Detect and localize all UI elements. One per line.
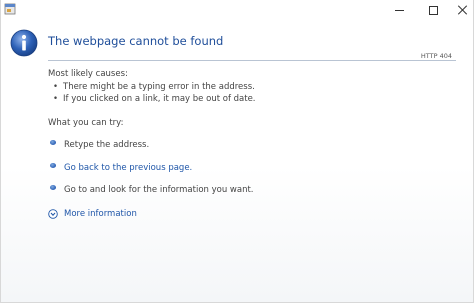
bullet-icon xyxy=(50,163,56,168)
maximize-button[interactable] xyxy=(418,0,448,20)
retype-address-text: Retype the address. xyxy=(64,140,150,150)
close-icon xyxy=(458,5,468,15)
causes-heading: Most likely causes: xyxy=(48,69,128,79)
cause-item: If you clicked on a link, it may be out … xyxy=(53,94,255,104)
page-title: The webpage cannot be found xyxy=(48,34,224,48)
title-divider xyxy=(48,60,456,61)
more-information-link[interactable]: More information xyxy=(64,209,137,219)
bullet-icon xyxy=(50,185,56,190)
go-back-link[interactable]: Go back to the previous page. xyxy=(64,163,192,173)
http-status-code: HTTP 404 xyxy=(420,52,452,60)
info-icon xyxy=(10,29,38,57)
browser-error-window: The webpage cannot be found HTTP 404 Mos… xyxy=(0,0,474,303)
close-button[interactable] xyxy=(448,0,474,20)
app-icon xyxy=(4,3,16,15)
title-bar xyxy=(1,0,474,20)
minimize-button[interactable] xyxy=(384,0,414,20)
go-to-site-text: Go to and look for the information you w… xyxy=(64,185,254,195)
try-heading: What you can try: xyxy=(48,118,124,128)
bullet-icon xyxy=(50,140,56,145)
cause-item: There might be a typing error in the add… xyxy=(53,82,255,92)
maximize-icon xyxy=(428,5,438,15)
minimize-icon xyxy=(394,9,404,11)
expand-down-icon[interactable] xyxy=(48,209,58,219)
